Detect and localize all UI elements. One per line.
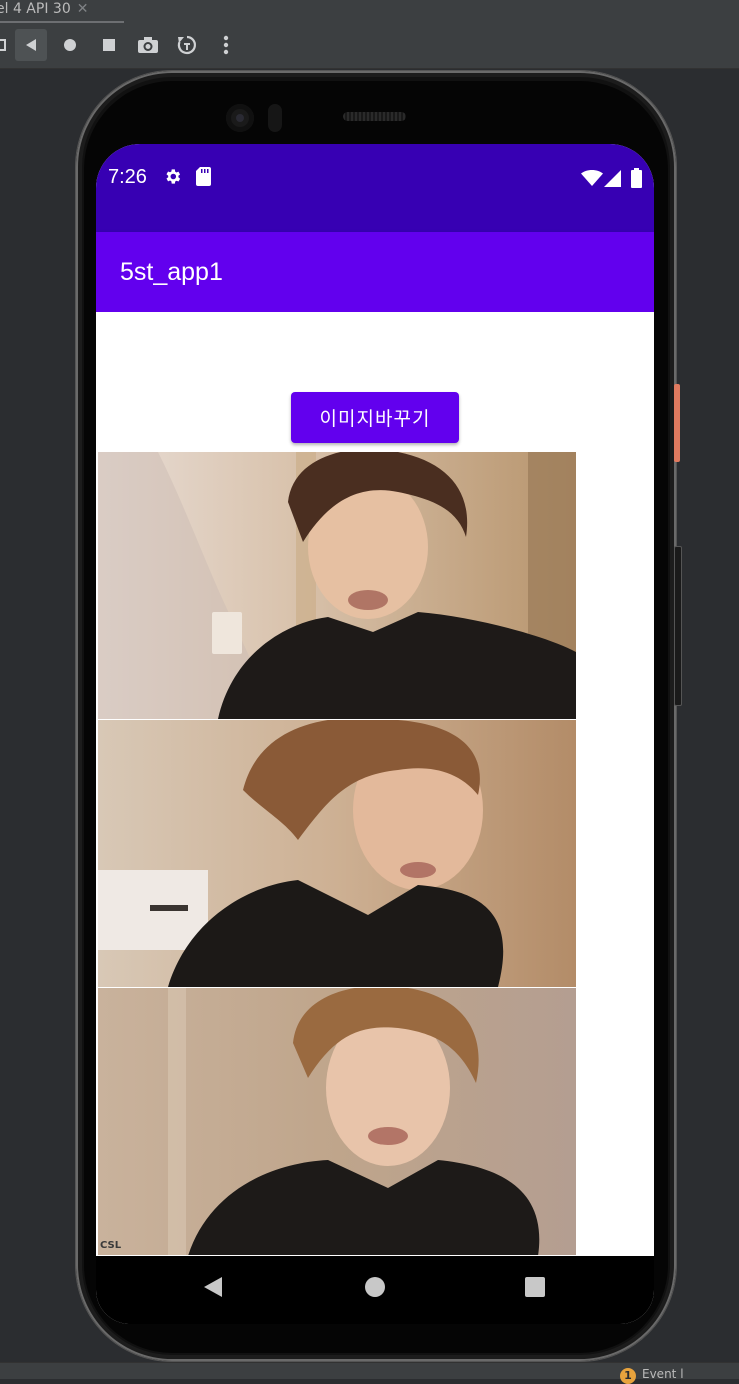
app-title: 5st_app1 <box>120 258 223 286</box>
status-time: 7:26 <box>108 166 147 188</box>
power-button[interactable] <box>674 384 680 462</box>
event-log-label[interactable]: Event l <box>642 1367 684 1381</box>
emulator-toolbar <box>0 24 739 69</box>
nav-back-icon[interactable] <box>202 1276 224 1302</box>
stop-square-icon[interactable] <box>0 29 16 61</box>
sd-card-icon <box>196 167 211 191</box>
main-content: 이미지바꾸기 CSL <box>96 312 654 1256</box>
more-icon[interactable] <box>210 29 242 61</box>
proximity-sensor <box>268 104 282 132</box>
photo-panel-bottom: CSL <box>98 988 576 1255</box>
event-log-badge[interactable]: 1 <box>620 1368 636 1384</box>
close-tab-icon[interactable]: ✕ <box>77 1 89 17</box>
cell-signal-icon <box>604 170 621 192</box>
device-tab-label: el 4 API 30 <box>0 1 71 17</box>
home-icon[interactable] <box>54 29 86 61</box>
device-tab[interactable]: el 4 API 30 ✕ <box>0 0 124 23</box>
back-icon[interactable] <box>15 29 47 61</box>
earpiece-speaker <box>343 112 406 121</box>
battery-icon <box>631 168 642 193</box>
nav-home-icon[interactable] <box>364 1276 386 1302</box>
device-screen: 7:26 5st_app1 이미지바꾸기 CSL <box>96 144 654 1324</box>
profile-photo-image: CSL <box>98 452 576 1256</box>
gear-icon <box>163 167 182 191</box>
photo-panel-middle <box>98 720 576 987</box>
photo-watermark: CSL <box>100 1240 122 1251</box>
camera-icon[interactable] <box>132 29 164 61</box>
ide-tab-bar: el 4 API 30 ✕ <box>0 0 739 24</box>
nav-recents-icon[interactable] <box>524 1276 546 1302</box>
photo-panel-top <box>98 452 576 719</box>
rotate-icon[interactable] <box>171 29 203 61</box>
app-bar: 5st_app1 <box>96 232 654 312</box>
change-image-button[interactable]: 이미지바꾸기 <box>291 392 459 443</box>
volume-button[interactable] <box>674 546 682 706</box>
overview-icon[interactable] <box>93 29 125 61</box>
navigation-bar <box>96 1256 654 1324</box>
front-camera <box>226 104 254 132</box>
wifi-icon <box>581 170 603 191</box>
status-bar: 7:26 <box>96 144 654 232</box>
